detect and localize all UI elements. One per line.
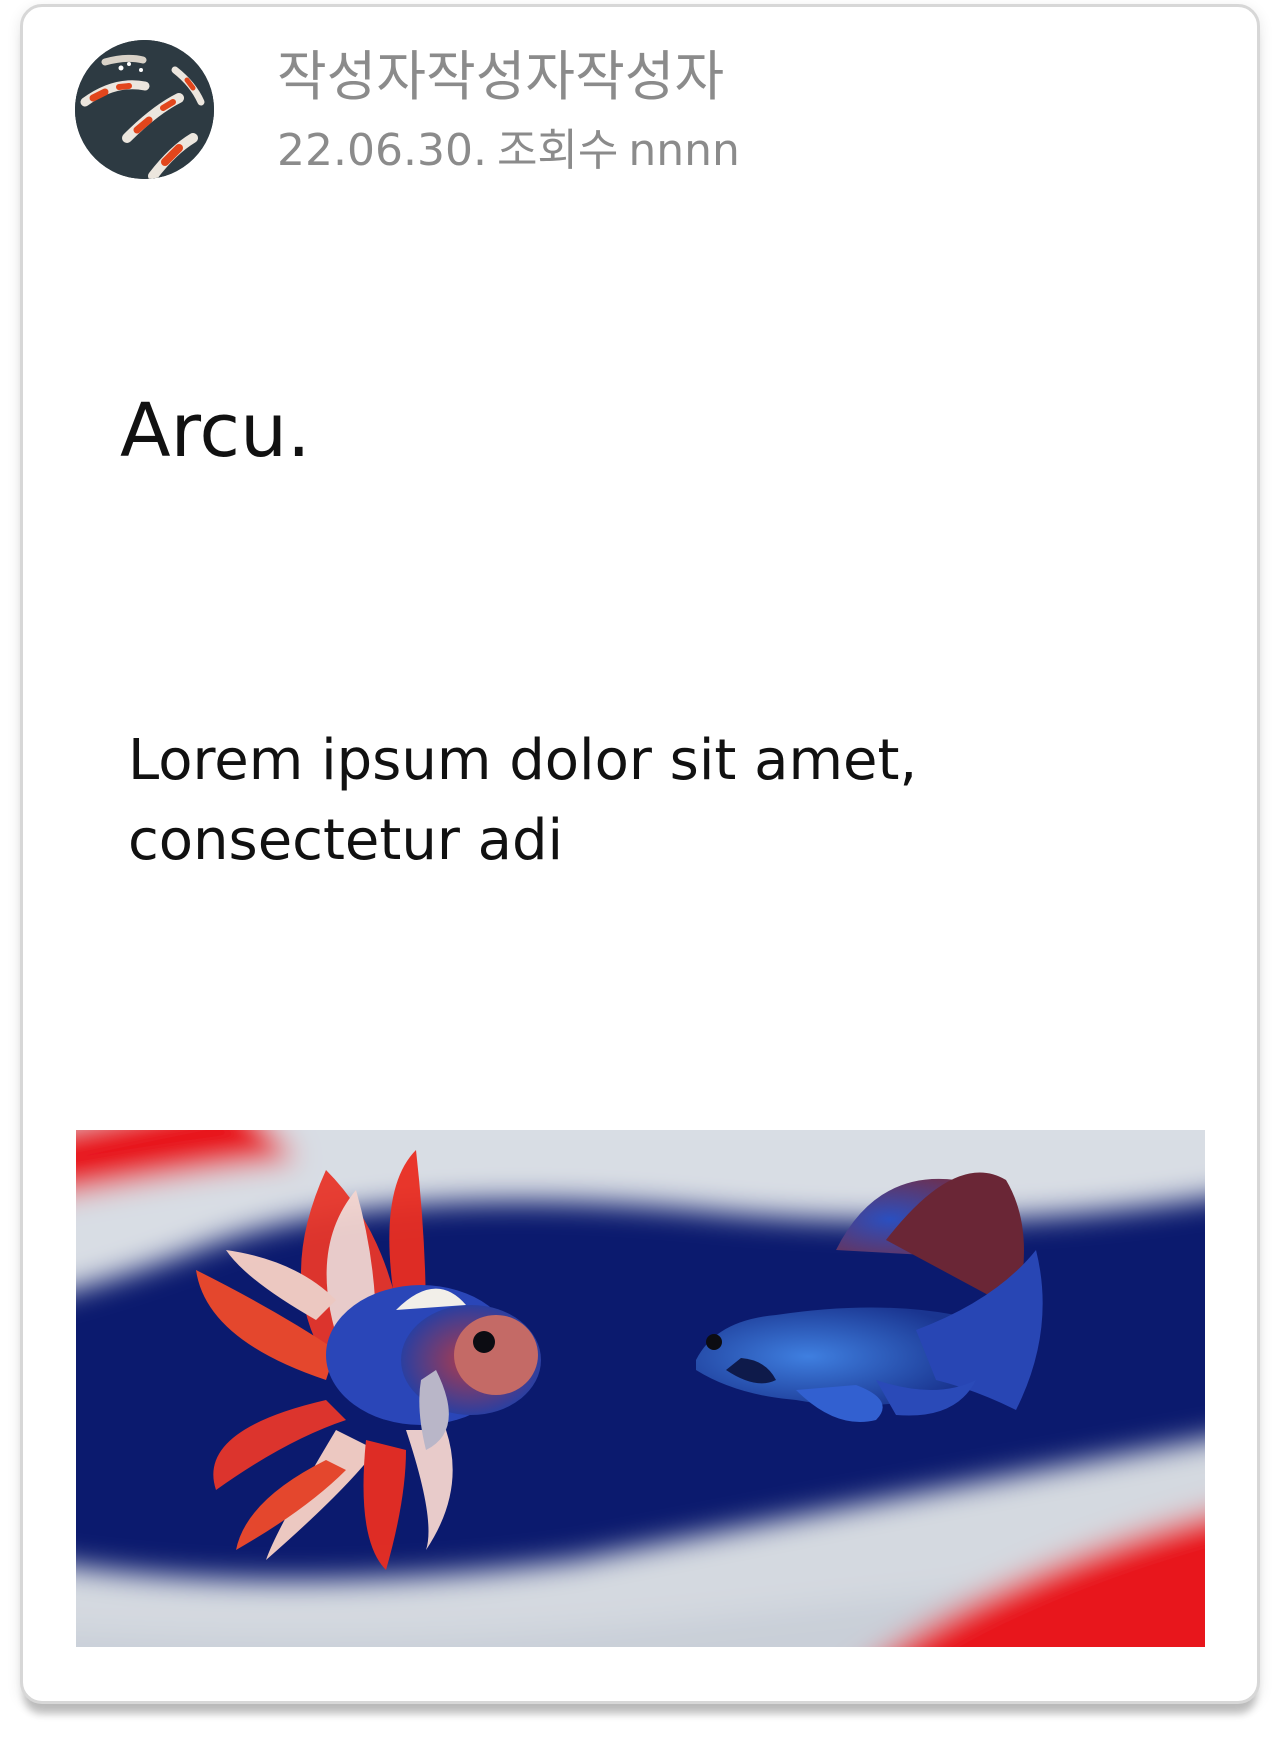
koi-fish-photo-icon (75, 40, 214, 179)
post-date: 22.06.30. (277, 125, 487, 176)
post-title: Arcu. (120, 388, 311, 474)
author-avatar[interactable] (75, 40, 214, 179)
post-card[interactable]: 작성자작성자작성자 22.06.30. 조회수 nnnn Arcu. Lorem i… (20, 4, 1260, 1704)
view-count-label: 조회수 (496, 125, 619, 176)
post-body: Lorem ipsum dolor sit amet, consectetur … (128, 728, 918, 873)
view-count-value: nnnn (628, 125, 740, 176)
author-name[interactable]: 작성자작성자작성자 (277, 45, 724, 109)
post-image[interactable] (76, 1130, 1205, 1647)
post-meta: 22.06.30. 조회수 nnnn (277, 125, 740, 177)
betta-fish-photo-icon (76, 1130, 1205, 1647)
